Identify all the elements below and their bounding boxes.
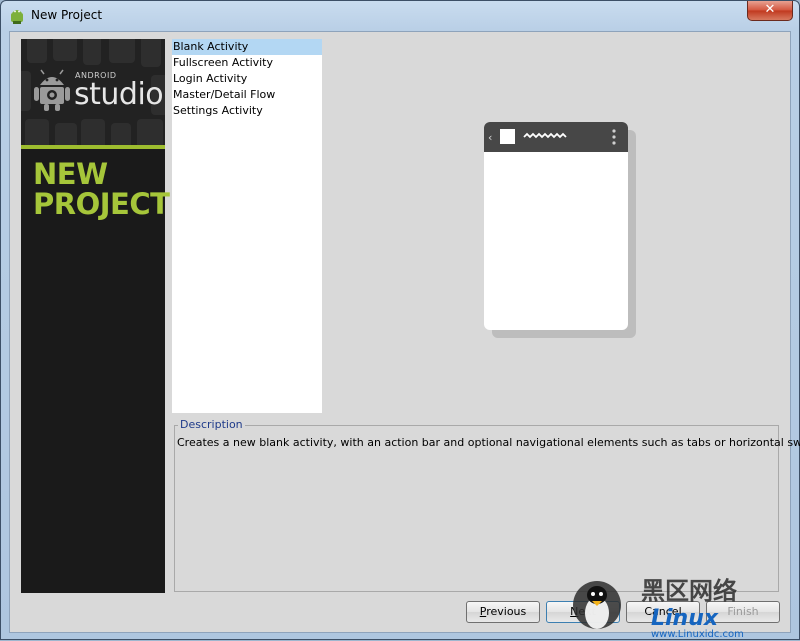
template-item[interactable]: Settings Activity bbox=[172, 103, 322, 119]
previous-button[interactable]: Previous bbox=[466, 601, 540, 623]
template-item[interactable]: Login Activity bbox=[172, 71, 322, 87]
activity-template-list[interactable]: Blank Activity Fullscreen Activity Login… bbox=[172, 39, 322, 413]
heading-line-2: PROJECT bbox=[33, 187, 170, 221]
description-group: Description Creates a new blank activity… bbox=[174, 418, 800, 592]
new-project-heading: NEW PROJECT bbox=[33, 157, 170, 221]
studio-label: studio bbox=[74, 77, 164, 112]
banner-accent-bar bbox=[21, 145, 165, 149]
action-bar-icons: ‹ bbox=[488, 129, 616, 145]
previous-label: revious bbox=[486, 605, 527, 618]
template-item[interactable]: Master/Detail Flow bbox=[172, 87, 322, 103]
description-text: Creates a new blank activity, with an ac… bbox=[177, 436, 800, 449]
finish-button[interactable]: Finish bbox=[706, 601, 780, 623]
new-project-window: New Project ✕ ANDROID studio NEW PROJECT… bbox=[0, 0, 800, 640]
new-project-banner: ANDROID studio NEW PROJECT bbox=[21, 39, 170, 593]
android-studio-icon bbox=[11, 10, 23, 24]
description-legend: Description bbox=[178, 418, 245, 432]
svg-text:‹: ‹ bbox=[488, 131, 492, 144]
phone-preview-icon: ‹ bbox=[484, 122, 628, 330]
template-item[interactable]: Blank Activity bbox=[172, 39, 322, 55]
action-bar-preview: ‹ bbox=[484, 122, 628, 152]
template-item[interactable]: Fullscreen Activity bbox=[172, 55, 322, 71]
cancel-button[interactable]: Cancel bbox=[626, 601, 700, 623]
window-title: New Project bbox=[31, 8, 103, 22]
wizard-body: ANDROID studio NEW PROJECT Blank Activit… bbox=[9, 31, 800, 633]
template-preview: ‹ bbox=[484, 122, 636, 338]
close-button[interactable]: ✕ bbox=[747, 1, 793, 21]
next-button[interactable]: Next bbox=[546, 601, 620, 623]
heading-line-1: NEW bbox=[33, 157, 108, 191]
next-label: ext bbox=[578, 605, 596, 618]
android-robot-icon bbox=[34, 69, 70, 111]
title-bar[interactable]: New Project ✕ bbox=[1, 1, 799, 31]
android-studio-logo-area: ANDROID studio bbox=[21, 39, 165, 145]
